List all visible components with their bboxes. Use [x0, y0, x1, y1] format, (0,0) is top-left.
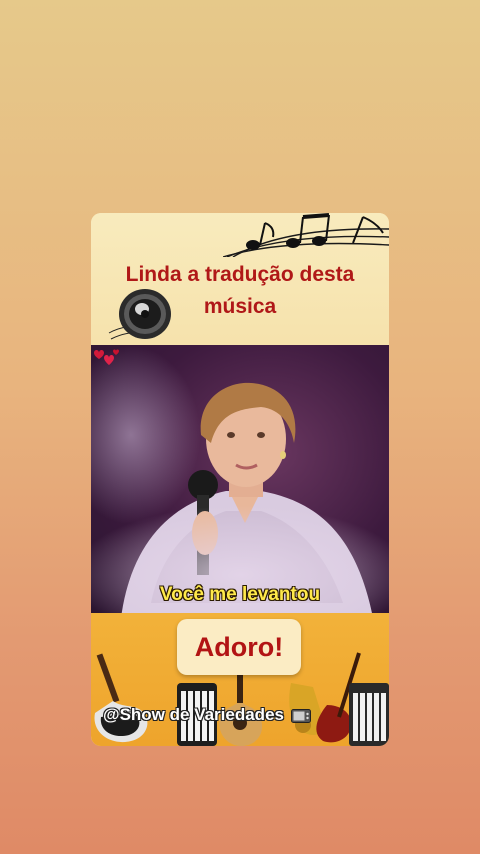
account-handle[interactable]: @Show de Variedades — [103, 705, 389, 725]
music-notes-icon — [223, 213, 389, 257]
speaker-icon — [108, 289, 171, 340]
post-card[interactable]: Linda a tradução desta música Você me le… — [91, 213, 389, 746]
post-header: Linda a tradução desta música — [91, 213, 389, 345]
hearts-icon — [94, 349, 119, 365]
account-handle-text: @Show de Variedades — [103, 705, 284, 724]
reaction-button[interactable]: Adoro! — [177, 619, 301, 675]
video-subtitle: Você me levantou — [159, 584, 321, 605]
video-frame[interactable]: Você me levantou — [91, 345, 389, 613]
post-footer: Adoro! @Show de Variedades — [91, 613, 389, 746]
tv-icon — [290, 708, 311, 723]
